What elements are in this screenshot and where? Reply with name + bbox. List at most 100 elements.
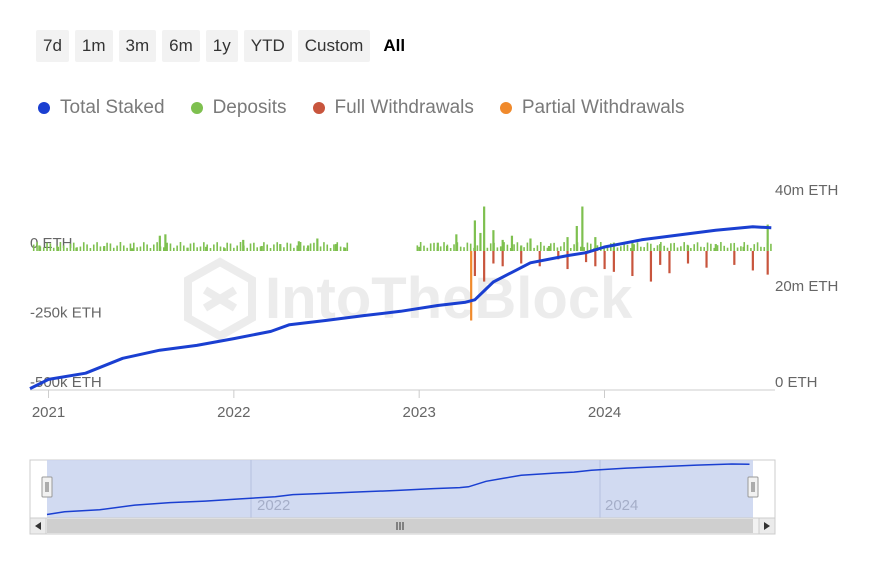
- bar-deposits: [136, 247, 138, 251]
- bar-deposits: [102, 247, 105, 251]
- bar-deposits: [256, 247, 259, 251]
- bar-deposits: [429, 243, 432, 251]
- navigator-selected-range[interactable]: [47, 460, 753, 518]
- bar-full-withdrawals: [686, 251, 690, 264]
- bar-deposits: [173, 247, 175, 251]
- bar-deposits: [276, 242, 279, 251]
- bar-deposits: [620, 246, 622, 251]
- bar-deposits: [463, 247, 465, 251]
- bar-deposits: [346, 242, 349, 251]
- bar-deposits: [700, 246, 702, 251]
- bar-deposits: [456, 242, 459, 251]
- bar-full-withdrawals: [492, 251, 495, 264]
- bar-deposits: [289, 243, 292, 251]
- bar-deposits: [660, 242, 662, 251]
- scrollbar[interactable]: [29, 517, 776, 535]
- navigator-tick-label: 2022: [257, 497, 290, 514]
- chart-area: IntoTheBlock 2021 2022 2023 2024 0 ETH-250k…: [29, 182, 838, 535]
- bar-deposits: [339, 246, 342, 251]
- bar-deposits: [483, 245, 485, 251]
- bar-deposits: [99, 246, 102, 251]
- bar-deposits: [82, 242, 85, 251]
- bar-deposits: [343, 247, 345, 251]
- bar-full-withdrawals: [473, 251, 476, 277]
- bar-deposits: [130, 248, 134, 251]
- y-axis-right-tick-label: 0 ETH: [775, 374, 818, 391]
- bar-deposits: [547, 245, 551, 251]
- bar-deposits: [653, 247, 655, 251]
- bar-deposits: [86, 244, 88, 251]
- bar-deposits: [323, 242, 325, 251]
- bar-deposits: [696, 242, 699, 251]
- scroll-right-button[interactable]: [758, 517, 776, 535]
- bar-deposits: [509, 247, 512, 251]
- bar-deposits: [226, 242, 228, 251]
- bar-deposits: [166, 242, 168, 251]
- bar-deposits: [753, 244, 756, 251]
- bar-deposits: [316, 247, 319, 251]
- bar-deposits: [466, 242, 469, 251]
- bar-deposits: [199, 246, 202, 251]
- bar-full-withdrawals: [705, 251, 708, 268]
- bar-deposits: [710, 243, 712, 251]
- bar-deposits: [683, 242, 685, 251]
- bar-deposits: [319, 246, 322, 251]
- bar-deposits: [606, 247, 609, 251]
- bar-deposits: [446, 244, 449, 251]
- bar-deposits: [543, 245, 545, 251]
- bar-deposits: [581, 206, 584, 251]
- bar-deposits: [203, 242, 205, 251]
- bar-deposits: [297, 241, 300, 251]
- bar-deposits: [533, 247, 535, 251]
- bar-deposits: [730, 243, 732, 251]
- bar-deposits: [303, 245, 305, 251]
- bar-deposits: [164, 234, 167, 251]
- y-axis-right-tick-label: 20m ETH: [775, 278, 838, 295]
- bar-deposits: [503, 242, 505, 251]
- bar-deposits: [449, 247, 452, 251]
- bar-deposits: [556, 247, 559, 251]
- bar-deposits: [126, 247, 128, 251]
- bar-deposits: [223, 247, 225, 251]
- bar-deposits: [76, 247, 78, 251]
- y-axis-left-labels: 0 ETH-250k ETH-500k ETH: [30, 235, 102, 391]
- bar-deposits: [139, 246, 142, 251]
- bar-deposits: [559, 246, 562, 251]
- bar-deposits: [69, 243, 72, 251]
- bar-deposits: [569, 247, 572, 251]
- bar-deposits: [229, 243, 232, 251]
- bar-deposits: [486, 247, 489, 251]
- bar-full-withdrawals: [594, 251, 597, 267]
- navigator-handle-left[interactable]: [41, 476, 53, 498]
- bar-deposits: [269, 247, 272, 251]
- bar-deposits: [726, 247, 729, 251]
- navigator-handle-right[interactable]: [747, 476, 759, 498]
- bar-deposits: [159, 246, 162, 251]
- bar-deposits: [743, 242, 746, 251]
- bar-deposits: [526, 242, 529, 251]
- bar-deposits: [233, 247, 235, 251]
- bar-deposits: [283, 247, 285, 251]
- bar-deposits: [92, 244, 95, 251]
- bar-full-withdrawals: [483, 251, 486, 282]
- bar-deposits: [309, 243, 312, 251]
- watermark-logo-icon: [184, 257, 256, 341]
- bar-deposits: [733, 242, 736, 251]
- bar-deposits: [469, 243, 472, 251]
- x-axis-tick-label: 2024: [588, 404, 621, 421]
- bar-deposits: [483, 206, 486, 251]
- bar-deposits: [626, 244, 629, 251]
- bar-deposits: [42, 247, 45, 251]
- bar-deposits: [476, 245, 479, 251]
- navigator: 2022 2024: [29, 459, 776, 519]
- bar-deposits: [770, 243, 772, 251]
- bar-deposits: [646, 242, 649, 251]
- bar-deposits: [286, 242, 289, 251]
- bar-deposits: [293, 247, 295, 251]
- scroll-left-button[interactable]: [29, 517, 47, 535]
- bar-deposits: [523, 247, 525, 251]
- bar-deposits: [673, 242, 675, 251]
- bar-deposits: [576, 242, 579, 251]
- bar-full-withdrawals: [501, 251, 504, 267]
- bar-deposits: [616, 247, 619, 251]
